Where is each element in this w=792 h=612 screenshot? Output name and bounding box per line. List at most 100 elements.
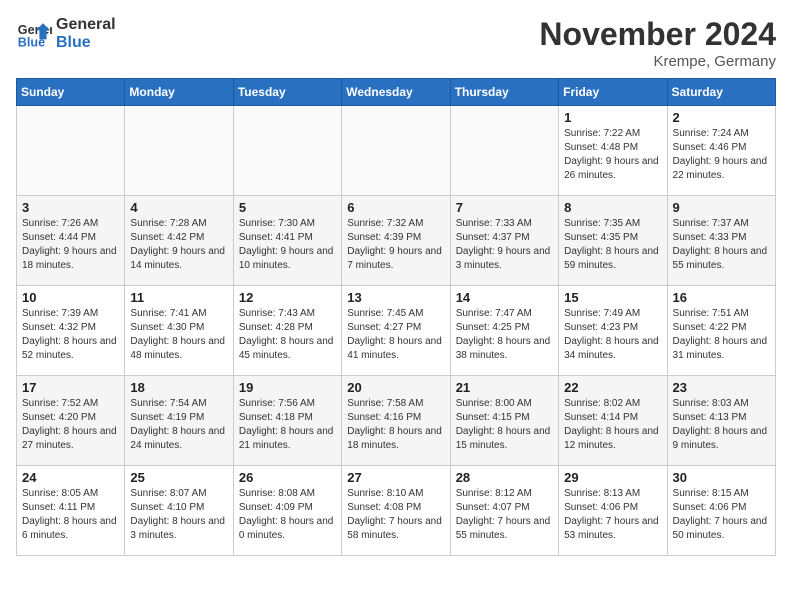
- day-number: 5: [239, 200, 336, 215]
- calendar-cell: 26Sunrise: 8:08 AM Sunset: 4:09 PM Dayli…: [233, 466, 341, 556]
- calendar-table: Sunday Monday Tuesday Wednesday Thursday…: [16, 78, 776, 556]
- calendar-cell: 11 Sunrise: 7:41 AM Sunset: 4:30 PM Dayli…: [125, 286, 233, 376]
- day-info: Sunrise: 7:30 AM Sunset: 4:41 PM Dayligh…: [239, 217, 336, 273]
- day-info: Sunrise: 7:49 AM Sunset: 4:23 PM Dayligh…: [564, 307, 661, 363]
- calendar-cell: 27 Sunrise: 8:10 AM Sunset: 4:08 PM Dayli…: [342, 466, 450, 556]
- day-number: 10: [22, 290, 119, 305]
- calendar-cell: [125, 106, 233, 196]
- day-info: Sunrise: 7:37 AM Sunset: 4:33 PM Dayligh…: [673, 217, 770, 273]
- day-number: 17: [22, 380, 119, 395]
- day-info: Sunrise: 7:28 AM Sunset: 4:42 PM Dayligh…: [130, 217, 227, 273]
- calendar-cell: 7 Sunrise: 7:33 AM Sunset: 4:37 PM Daylig…: [450, 196, 558, 286]
- week-row-4: 17 Sunrise: 7:52 AM Sunset: 4:20 PM Dayli…: [17, 376, 776, 466]
- day-info: Sunrise: 7:35 AM Sunset: 4:35 PM Dayligh…: [564, 217, 661, 273]
- day-number: 3: [22, 200, 119, 215]
- logo-text: General Blue: [56, 16, 116, 51]
- calendar-cell: 10 Sunrise: 7:39 AM Sunset: 4:32 PM Dayli…: [17, 286, 125, 376]
- calendar-cell: 14 Sunrise: 7:47 AM Sunset: 4:25 PM Dayli…: [450, 286, 558, 376]
- calendar-cell: 6 Sunrise: 7:32 AM Sunset: 4:39 PM Daylig…: [342, 196, 450, 286]
- day-info: Sunrise: 7:47 AM Sunset: 4:25 PM Dayligh…: [456, 307, 553, 363]
- day-number: 2: [673, 110, 770, 125]
- day-info: Sunrise: 7:24 AM Sunset: 4:46 PM Dayligh…: [673, 127, 770, 183]
- calendar-cell: 12Sunrise: 7:43 AM Sunset: 4:28 PM Dayli…: [233, 286, 341, 376]
- day-info: Sunrise: 8:00 AM Sunset: 4:15 PM Dayligh…: [456, 397, 553, 453]
- day-number: 28: [456, 470, 553, 485]
- logo-icon: General Blue: [16, 16, 52, 52]
- logo: General Blue General Blue: [16, 16, 116, 52]
- col-friday: Friday: [559, 79, 667, 106]
- calendar-cell: 19 Sunrise: 7:56 AM Sunset: 4:18 PM Dayli…: [233, 376, 341, 466]
- day-number: 20: [347, 380, 444, 395]
- calendar-cell: 28Sunrise: 8:12 AM Sunset: 4:07 PM Dayli…: [450, 466, 558, 556]
- day-number: 9: [673, 200, 770, 215]
- day-info: Sunrise: 7:33 AM Sunset: 4:37 PM Dayligh…: [456, 217, 553, 273]
- calendar-cell: 5 Sunrise: 7:30 AM Sunset: 4:41 PM Daylig…: [233, 196, 341, 286]
- title-block: November 2024 Krempe, Germany: [539, 16, 776, 70]
- calendar-cell: [342, 106, 450, 196]
- calendar-cell: 8 Sunrise: 7:35 AM Sunset: 4:35 PM Daylig…: [559, 196, 667, 286]
- day-number: 1: [564, 110, 661, 125]
- logo-blue: Blue: [56, 34, 116, 52]
- day-number: 21: [456, 380, 553, 395]
- day-info: Sunrise: 8:03 AM Sunset: 4:13 PM Dayligh…: [673, 397, 770, 453]
- day-info: Sunrise: 7:45 AM Sunset: 4:27 PM Dayligh…: [347, 307, 444, 363]
- day-number: 27: [347, 470, 444, 485]
- day-number: 8: [564, 200, 661, 215]
- col-sunday: Sunday: [17, 79, 125, 106]
- calendar-cell: 2 Sunrise: 7:24 AM Sunset: 4:46 PM Daylig…: [667, 106, 775, 196]
- day-info: Sunrise: 7:26 AM Sunset: 4:44 PM Dayligh…: [22, 217, 119, 273]
- logo-general: General: [56, 16, 116, 34]
- day-info: Sunrise: 7:32 AM Sunset: 4:39 PM Dayligh…: [347, 217, 444, 273]
- calendar-cell: 16Sunrise: 7:51 AM Sunset: 4:22 PM Dayli…: [667, 286, 775, 376]
- day-number: 29: [564, 470, 661, 485]
- week-row-3: 10 Sunrise: 7:39 AM Sunset: 4:32 PM Dayli…: [17, 286, 776, 376]
- day-number: 14: [456, 290, 553, 305]
- calendar-cell: 25 Sunrise: 8:07 AM Sunset: 4:10 PM Dayli…: [125, 466, 233, 556]
- day-number: 6: [347, 200, 444, 215]
- day-info: Sunrise: 7:22 AM Sunset: 4:48 PM Dayligh…: [564, 127, 661, 183]
- day-info: Sunrise: 7:39 AM Sunset: 4:32 PM Dayligh…: [22, 307, 119, 363]
- day-info: Sunrise: 8:10 AM Sunset: 4:08 PM Dayligh…: [347, 487, 444, 543]
- day-info: Sunrise: 8:08 AM Sunset: 4:09 PM Dayligh…: [239, 487, 336, 543]
- day-info: Sunrise: 8:02 AM Sunset: 4:14 PM Dayligh…: [564, 397, 661, 453]
- calendar-cell: 13 Sunrise: 7:45 AM Sunset: 4:27 PM Dayli…: [342, 286, 450, 376]
- day-info: Sunrise: 8:07 AM Sunset: 4:10 PM Dayligh…: [130, 487, 227, 543]
- day-info: Sunrise: 7:41 AM Sunset: 4:30 PM Dayligh…: [130, 307, 227, 363]
- day-number: 23: [673, 380, 770, 395]
- calendar-cell: [17, 106, 125, 196]
- calendar-cell: 1 Sunrise: 7:22 AM Sunset: 4:48 PM Daylig…: [559, 106, 667, 196]
- day-number: 12: [239, 290, 336, 305]
- location: Krempe, Germany: [539, 53, 776, 70]
- day-number: 30: [673, 470, 770, 485]
- day-info: Sunrise: 7:52 AM Sunset: 4:20 PM Dayligh…: [22, 397, 119, 453]
- calendar-cell: 18Sunrise: 7:54 AM Sunset: 4:19 PM Dayli…: [125, 376, 233, 466]
- day-info: Sunrise: 8:15 AM Sunset: 4:06 PM Dayligh…: [673, 487, 770, 543]
- day-number: 24: [22, 470, 119, 485]
- calendar-cell: 17 Sunrise: 7:52 AM Sunset: 4:20 PM Dayli…: [17, 376, 125, 466]
- calendar-cell: 4 Sunrise: 7:28 AM Sunset: 4:42 PM Daylig…: [125, 196, 233, 286]
- day-info: Sunrise: 8:13 AM Sunset: 4:06 PM Dayligh…: [564, 487, 661, 543]
- page-header: General Blue General Blue November 2024 …: [16, 16, 776, 70]
- week-row-2: 3 Sunrise: 7:26 AM Sunset: 4:44 PM Daylig…: [17, 196, 776, 286]
- day-number: 15: [564, 290, 661, 305]
- day-number: 19: [239, 380, 336, 395]
- day-number: 13: [347, 290, 444, 305]
- day-number: 25: [130, 470, 227, 485]
- calendar-cell: 24Sunrise: 8:05 AM Sunset: 4:11 PM Dayli…: [17, 466, 125, 556]
- col-saturday: Saturday: [667, 79, 775, 106]
- day-number: 4: [130, 200, 227, 215]
- calendar-cell: 23 Sunrise: 8:03 AM Sunset: 4:13 PM Dayli…: [667, 376, 775, 466]
- day-info: Sunrise: 7:54 AM Sunset: 4:19 PM Dayligh…: [130, 397, 227, 453]
- day-number: 11: [130, 290, 227, 305]
- day-info: Sunrise: 7:56 AM Sunset: 4:18 PM Dayligh…: [239, 397, 336, 453]
- day-number: 7: [456, 200, 553, 215]
- calendar-cell: 21 Sunrise: 8:00 AM Sunset: 4:15 PM Dayli…: [450, 376, 558, 466]
- calendar-header-row: Sunday Monday Tuesday Wednesday Thursday…: [17, 79, 776, 106]
- col-wednesday: Wednesday: [342, 79, 450, 106]
- week-row-5: 24Sunrise: 8:05 AM Sunset: 4:11 PM Dayli…: [17, 466, 776, 556]
- month-title: November 2024: [539, 16, 776, 53]
- day-number: 22: [564, 380, 661, 395]
- calendar-cell: 3 Sunrise: 7:26 AM Sunset: 4:44 PM Daylig…: [17, 196, 125, 286]
- calendar-cell: 29 Sunrise: 8:13 AM Sunset: 4:06 PM Dayli…: [559, 466, 667, 556]
- calendar-cell: 15 Sunrise: 7:49 AM Sunset: 4:23 PM Dayli…: [559, 286, 667, 376]
